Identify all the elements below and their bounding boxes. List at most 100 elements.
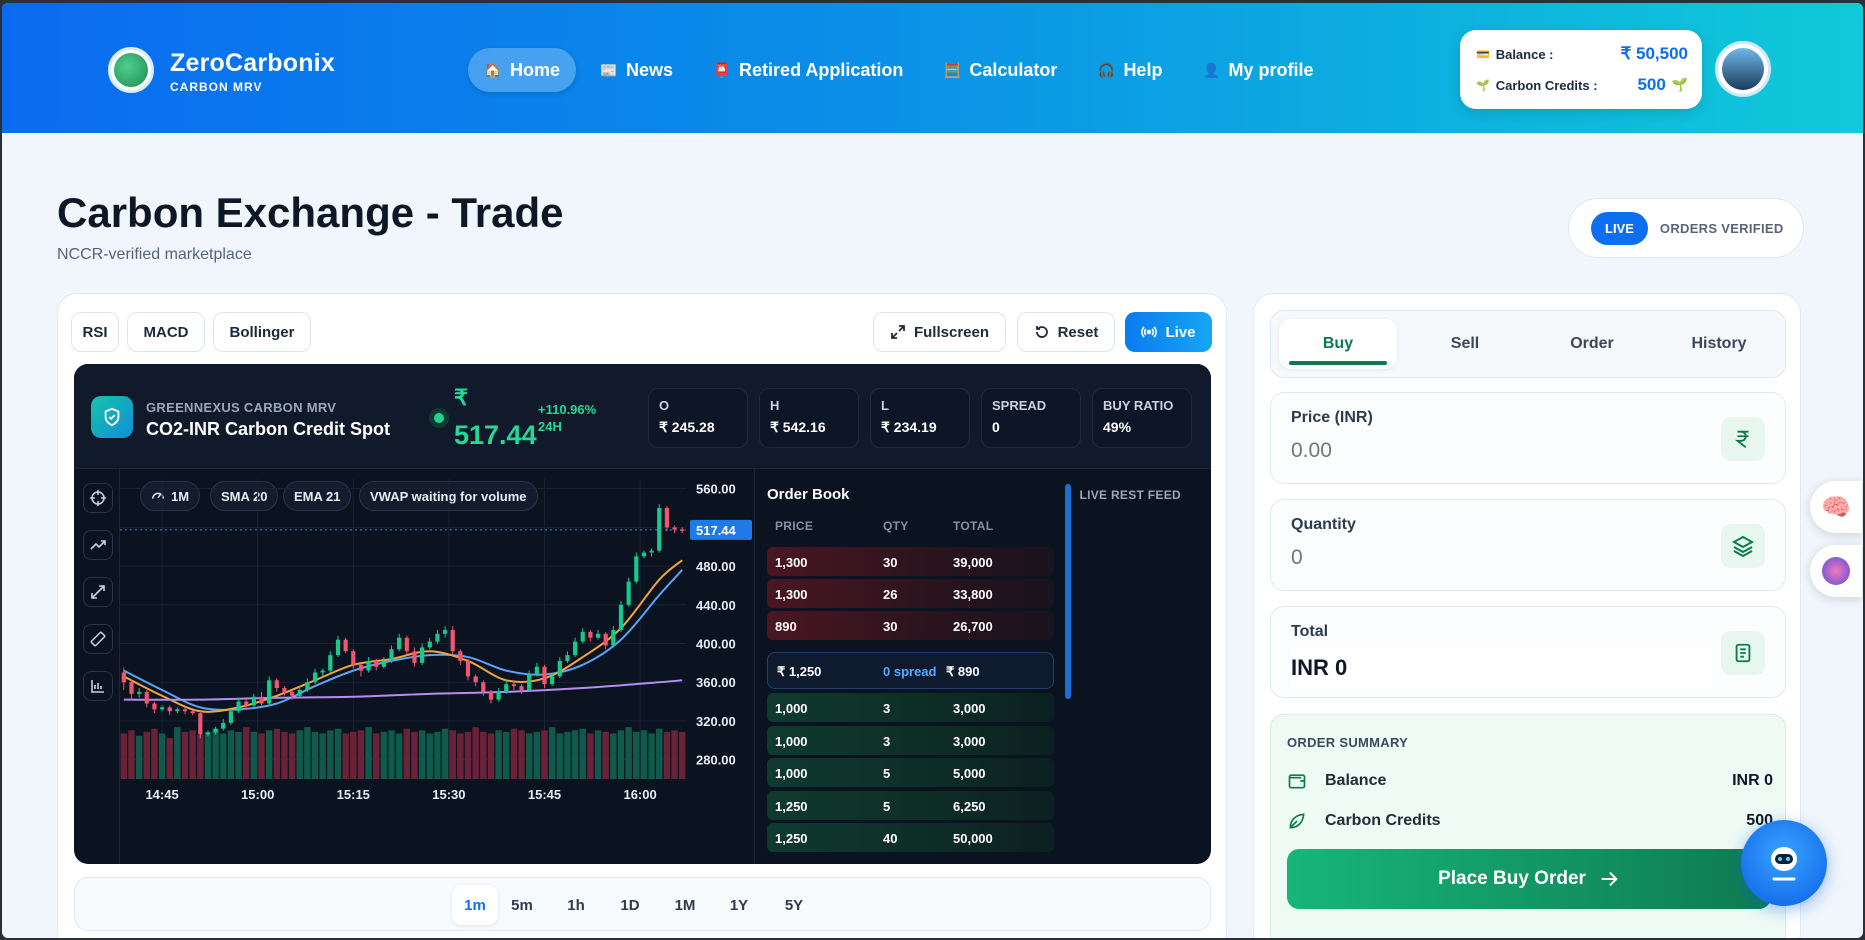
volume-bar bbox=[480, 731, 487, 779]
last-price-label: 517.44 bbox=[696, 523, 737, 538]
page-subtitle: NCCR-verified marketplace bbox=[57, 246, 252, 263]
bid-price: 1,000 bbox=[775, 734, 808, 749]
quantity-input[interactable] bbox=[1291, 546, 1691, 570]
reset-button[interactable]: Reset bbox=[1017, 312, 1115, 352]
candle bbox=[175, 709, 180, 712]
tf-1M[interactable]: 1M bbox=[662, 885, 708, 925]
broadcast-icon bbox=[1141, 326, 1158, 338]
price-label: Price (INR) bbox=[1291, 409, 1373, 426]
volume-bar bbox=[663, 731, 671, 779]
candle bbox=[129, 682, 134, 694]
ask-total: 39,000 bbox=[953, 555, 993, 570]
volume-bar bbox=[541, 730, 548, 779]
bid-row[interactable]: 1,250 40 50,000 bbox=[767, 823, 1054, 852]
wallet-summary[interactable]: 💳 Balance : ₹ 50,500 🌱 Carbon Credits : … bbox=[1460, 30, 1702, 109]
candle bbox=[458, 651, 463, 661]
volume-bar bbox=[174, 727, 181, 779]
ask-row[interactable]: 1,300 30 39,000 bbox=[767, 547, 1054, 576]
bid-row[interactable]: 1,000 3 3,000 bbox=[767, 693, 1054, 722]
nav-calculator[interactable]: 🧮 Calculator bbox=[927, 48, 1073, 92]
candle bbox=[465, 660, 471, 677]
nav-retired-application[interactable]: 📮 Retired Application bbox=[697, 48, 919, 92]
ai-assistant-button[interactable]: 🧠 bbox=[1810, 481, 1862, 533]
volume-bar bbox=[120, 733, 128, 779]
main-nav: 🏠 Home 📰 News 📮 Retired Application 🧮 Ca… bbox=[468, 48, 1329, 92]
tf-5m[interactable]: 5m bbox=[499, 885, 545, 925]
nav-my-profile[interactable]: 👤 My profile bbox=[1186, 48, 1329, 92]
y-tick-label: 360.00 bbox=[696, 675, 736, 690]
volume-bar bbox=[625, 727, 632, 779]
tab-order[interactable]: Order bbox=[1533, 319, 1651, 369]
ai-chat-button[interactable] bbox=[1810, 545, 1862, 597]
trading-chart-panel: GREENNEXUS CARBON MRV CO2-INR Carbon Cre… bbox=[74, 364, 1211, 864]
nav-help[interactable]: 🎧 Help bbox=[1081, 48, 1178, 92]
brand[interactable]: ZeroCarbonix CARBON MRV bbox=[170, 49, 335, 94]
place-buy-order-button[interactable]: Place Buy Order bbox=[1287, 849, 1771, 909]
volume-bar bbox=[487, 733, 495, 779]
nav-news[interactable]: 📰 News bbox=[584, 48, 689, 92]
volume-bar bbox=[395, 733, 403, 779]
candle bbox=[389, 649, 394, 661]
brand-logo[interactable] bbox=[108, 47, 154, 93]
chatbot-button[interactable] bbox=[1741, 820, 1827, 906]
tf-1D[interactable]: 1D bbox=[607, 885, 653, 925]
volume-bar bbox=[640, 730, 648, 779]
bid-row[interactable]: 1,000 3 3,000 bbox=[767, 726, 1054, 755]
arrow-right-icon bbox=[1601, 871, 1618, 887]
brand-subtitle: CARBON MRV bbox=[170, 80, 263, 94]
spread-row: ₹ 1,250 0 spread ₹ 890 bbox=[767, 652, 1054, 689]
live-label: Live bbox=[1165, 323, 1196, 341]
candle bbox=[412, 651, 417, 663]
tf-1m[interactable]: 1m bbox=[452, 885, 498, 925]
volume-bar bbox=[212, 728, 219, 779]
spread-mid: 0 spread bbox=[883, 664, 937, 679]
candle bbox=[657, 508, 662, 551]
order-book-scrollbar[interactable] bbox=[1065, 484, 1071, 699]
candle bbox=[144, 691, 149, 704]
stat-spread: SPREAD 0 bbox=[981, 388, 1081, 448]
volume-bar bbox=[495, 730, 502, 779]
newspaper-icon: 📰 bbox=[600, 62, 618, 78]
card-icon: 💳 bbox=[1476, 48, 1490, 61]
nav-profile-label: My profile bbox=[1228, 59, 1314, 80]
stat-spread-label: SPREAD bbox=[992, 398, 1047, 413]
fullscreen-label: Fullscreen bbox=[913, 323, 990, 341]
nav-help-label: Help bbox=[1123, 59, 1163, 80]
fullscreen-button[interactable]: Fullscreen bbox=[873, 312, 1006, 352]
ask-row[interactable]: 1,300 26 33,800 bbox=[767, 579, 1054, 608]
ask-row[interactable]: 890 30 26,700 bbox=[767, 611, 1054, 640]
candle bbox=[595, 633, 601, 638]
nav-calculator-label: Calculator bbox=[969, 59, 1058, 80]
volume-bar bbox=[189, 730, 196, 779]
tf-1h[interactable]: 1h bbox=[553, 885, 599, 925]
tab-sell[interactable]: Sell bbox=[1406, 319, 1524, 369]
wallet-balance-label: Balance : bbox=[1495, 46, 1554, 62]
summary-balance-row: Balance INR 0 bbox=[1287, 769, 1773, 793]
macd-button[interactable]: MACD bbox=[127, 312, 205, 352]
summary-balance-value: INR 0 bbox=[1732, 772, 1773, 789]
nav-home[interactable]: 🏠 Home bbox=[468, 48, 577, 92]
price-input[interactable] bbox=[1291, 439, 1691, 463]
bid-row[interactable]: 1,000 5 5,000 bbox=[767, 758, 1054, 787]
candle bbox=[221, 722, 226, 729]
volume-bar bbox=[204, 731, 212, 779]
tab-history[interactable]: History bbox=[1660, 319, 1778, 369]
price-chart[interactable]: 560.00520.00480.00440.00400.00360.00320.… bbox=[74, 469, 754, 864]
page-title: Carbon Exchange - Trade bbox=[57, 189, 564, 236]
tab-buy[interactable]: Buy bbox=[1279, 319, 1397, 369]
tf-1Y[interactable]: 1Y bbox=[716, 885, 762, 925]
volume-bar bbox=[135, 735, 143, 779]
live-button[interactable]: Live bbox=[1125, 312, 1212, 352]
candle bbox=[297, 689, 302, 696]
summary-credits-row: Carbon Credits 500 bbox=[1287, 809, 1773, 833]
rsi-button[interactable]: RSI bbox=[71, 312, 119, 352]
volume-bar bbox=[503, 731, 510, 779]
indicator-line-vwap bbox=[123, 679, 683, 701]
tf-5Y[interactable]: 5Y bbox=[771, 885, 817, 925]
bid-row[interactable]: 1,250 5 6,250 bbox=[767, 791, 1054, 820]
bollinger-button[interactable]: Bollinger bbox=[213, 312, 311, 352]
avatar[interactable] bbox=[1715, 41, 1771, 97]
candle bbox=[182, 709, 188, 712]
volume-bar bbox=[548, 727, 556, 779]
leaf-icon bbox=[1289, 813, 1305, 829]
